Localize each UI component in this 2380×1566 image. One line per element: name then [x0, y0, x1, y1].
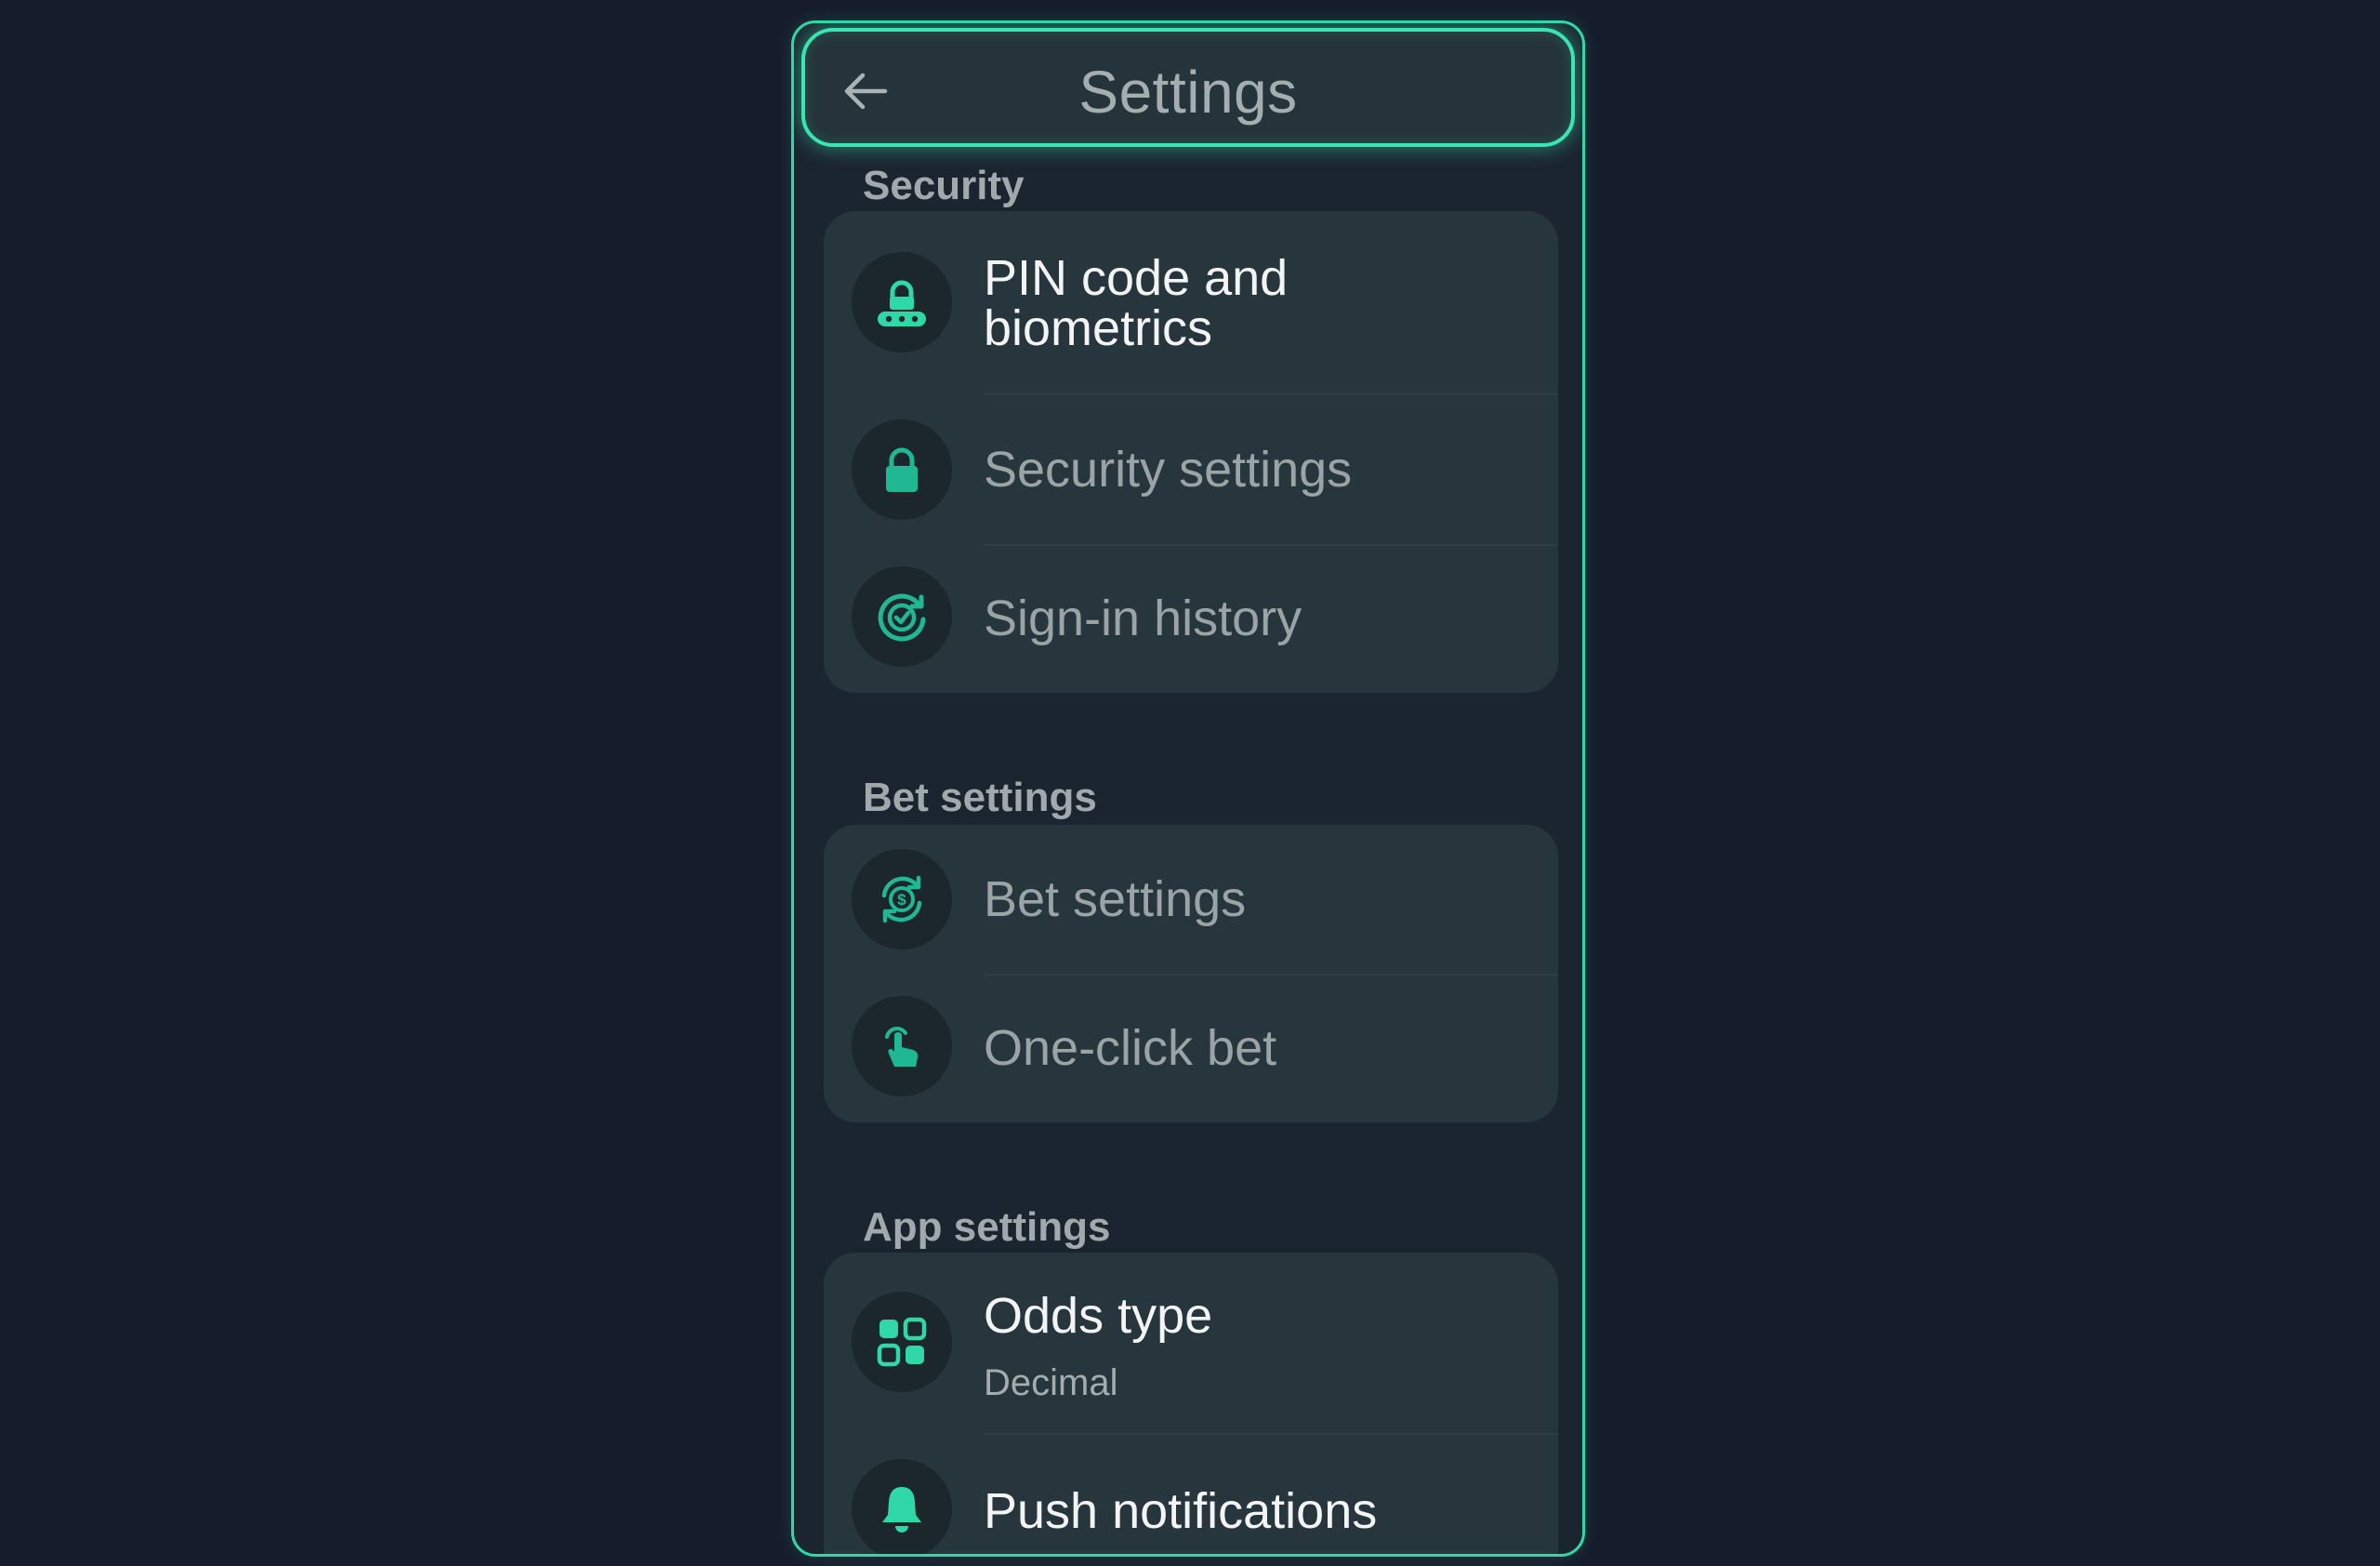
app-header: Settings: [801, 28, 1575, 147]
item-label: Odds type: [984, 1288, 1213, 1344]
settings-item-pin-biometrics[interactable]: PIN code and biometrics: [824, 211, 1558, 393]
section-title-app-settings: App settings: [863, 1204, 1111, 1250]
settings-item-security-settings[interactable]: Security settings: [824, 395, 1558, 544]
tap-hand-icon: [885, 1027, 919, 1067]
app-settings-card: Odds type Decimal Push notifications: [824, 1253, 1558, 1554]
icon-badge: [852, 252, 952, 352]
bet-settings-card: $ Bet settings One-click bet: [824, 825, 1558, 1122]
lock-icon: [886, 447, 918, 492]
bell-icon: [882, 1487, 921, 1533]
settings-screen: Settings Security PIN code and biometric…: [791, 20, 1585, 1557]
icon-badge: [852, 419, 952, 520]
item-label: Security settings: [984, 442, 1353, 498]
item-label: One-click bet: [984, 1020, 1277, 1076]
lock-pin-icon: [878, 280, 926, 326]
settings-item-sign-in-history[interactable]: Sign-in history: [824, 546, 1558, 693]
section-title-security: Security: [863, 163, 1025, 208]
icon-badge: [852, 566, 952, 667]
item-label: Push notifications: [984, 1483, 1378, 1539]
odds-type-value: Decimal: [984, 1362, 1118, 1403]
dollar-refresh-icon: $: [881, 875, 922, 923]
icon-badge: [852, 1292, 952, 1392]
history-check-icon: [878, 593, 926, 642]
settings-item-one-click-bet[interactable]: One-click bet: [824, 975, 1558, 1122]
item-label: Sign-in history: [984, 591, 1302, 646]
section-title-bet-settings: Bet settings: [863, 775, 1097, 820]
page-title: Settings: [1078, 59, 1298, 126]
svg-text:$: $: [897, 891, 906, 909]
security-card: PIN code and biometrics Security setting…: [824, 211, 1558, 693]
item-label-line2: biometrics: [984, 300, 1213, 356]
settings-item-bet-settings[interactable]: $ Bet settings: [824, 825, 1558, 974]
icon-badge: $: [852, 849, 952, 949]
icon-badge: [852, 1459, 952, 1554]
icon-badge: [852, 996, 952, 1096]
item-label-line1: PIN code and: [984, 250, 1289, 306]
settings-item-push-notifications[interactable]: Push notifications: [824, 1435, 1558, 1554]
settings-item-odds-type[interactable]: Odds type Decimal: [824, 1253, 1558, 1433]
grid-icon: [877, 1317, 927, 1367]
item-label: Bet settings: [984, 871, 1247, 927]
